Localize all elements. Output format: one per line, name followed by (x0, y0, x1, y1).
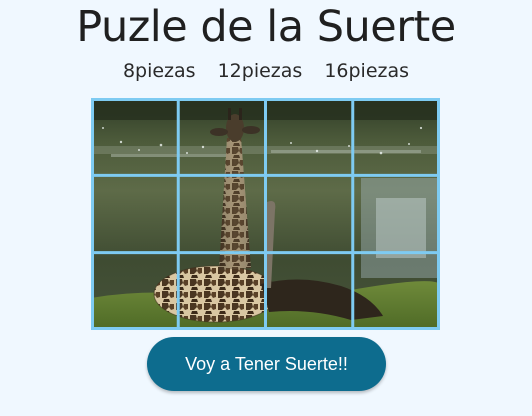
option-8-pieces[interactable]: 8piezas (123, 58, 196, 84)
puzzle-image (91, 98, 440, 330)
option-16-pieces[interactable]: 16piezas (324, 58, 409, 84)
puzzle-board (91, 98, 440, 330)
lucky-button[interactable]: Voy a Tener Suerte!! (147, 337, 386, 391)
page-title: Puzle de la Suerte (76, 2, 456, 52)
piece-options: 8piezas 12piezas 16piezas (0, 58, 532, 84)
option-12-pieces[interactable]: 12piezas (218, 58, 303, 84)
